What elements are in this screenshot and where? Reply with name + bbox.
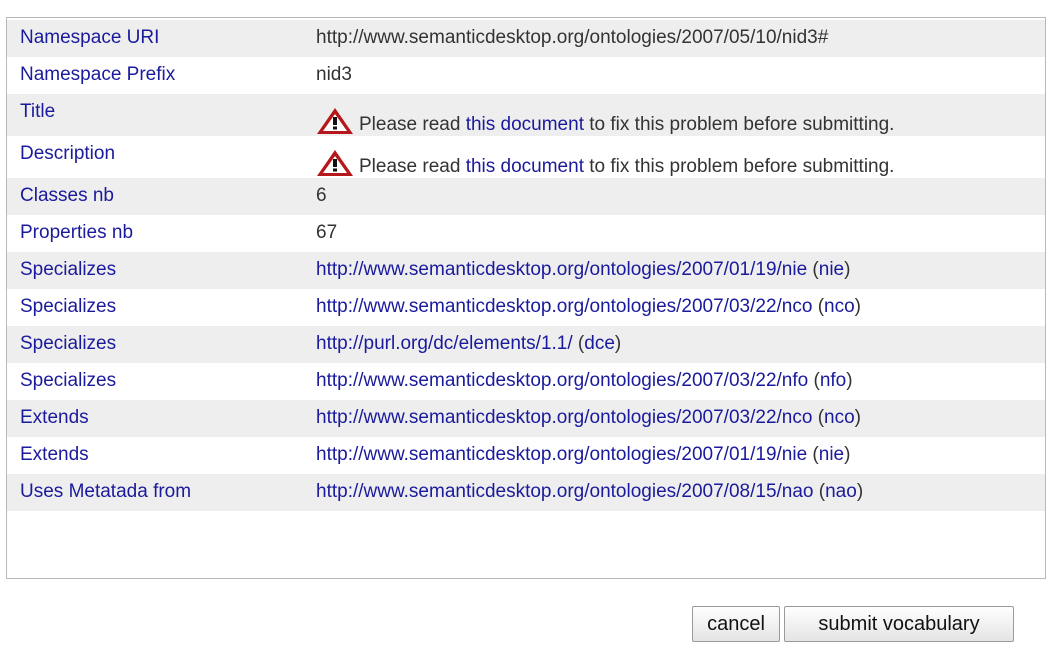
vocab-ref: http://www.semanticdesktop.org/ontologie… — [316, 370, 853, 391]
warning-triangle-icon — [316, 107, 354, 135]
row-specializes: Specializes http://www.semanticdesktop.o… — [7, 363, 1045, 400]
namespace-uri-value: http://www.semanticdesktop.org/ontologie… — [316, 27, 829, 48]
row-classes-nb: Classes nb 6 — [7, 178, 1045, 215]
vocab-ref: http://www.semanticdesktop.org/ontologie… — [316, 407, 861, 428]
row-specializes: Specializes http://www.semanticdesktop.o… — [7, 252, 1045, 289]
vocabulary-uri-link[interactable]: http://www.semanticdesktop.org/ontologie… — [316, 370, 808, 391]
description-warning: Please read this document to fix this pr… — [316, 149, 894, 178]
vocabulary-prefix-link[interactable]: nco — [824, 407, 855, 428]
row-extends: Extends http://www.semanticdesktop.org/o… — [7, 437, 1045, 474]
this-document-link[interactable]: this document — [466, 114, 584, 135]
warning-text-before: Please read — [359, 156, 466, 177]
vocab-ref: http://purl.org/dc/elements/1.1/ (dce) — [316, 333, 622, 354]
vocabulary-uri-link[interactable]: http://www.semanticdesktop.org/ontologie… — [316, 444, 807, 465]
row-label: Uses Metatada from — [20, 481, 192, 502]
vocabulary-prefix-link[interactable]: nie — [819, 259, 844, 280]
this-document-link[interactable]: this document — [466, 156, 584, 177]
row-label: Extends — [20, 407, 89, 428]
vocabulary-uri-link[interactable]: http://www.semanticdesktop.org/ontologie… — [316, 407, 812, 428]
vocabulary-uri-link[interactable]: http://purl.org/dc/elements/1.1/ — [316, 333, 573, 354]
vocab-ref: http://www.semanticdesktop.org/ontologie… — [316, 259, 851, 280]
row-label: Specializes — [20, 370, 117, 391]
row-specializes: Specializes http://www.semanticdesktop.o… — [7, 289, 1045, 326]
row-label: Description — [20, 143, 116, 164]
submit-vocabulary-button[interactable]: submit vocabulary — [784, 606, 1014, 642]
vocabulary-prefix-link[interactable]: nie — [819, 444, 844, 465]
row-extends: Extends http://www.semanticdesktop.org/o… — [7, 400, 1045, 437]
warning-triangle-icon — [316, 149, 354, 177]
row-properties-nb: Properties nb 67 — [7, 215, 1045, 252]
row-description: Description Please read this document to… — [7, 136, 1045, 178]
title-warning: Please read this document to fix this pr… — [316, 107, 894, 136]
row-label: Specializes — [20, 296, 117, 317]
row-namespace-uri: Namespace URI http://www.semanticdesktop… — [7, 20, 1045, 57]
warning-text-after: to fix this problem before submitting. — [583, 114, 895, 135]
row-label: Namespace URI — [20, 27, 160, 48]
namespace-prefix-value: nid3 — [316, 64, 352, 85]
row-label: Title — [20, 101, 56, 122]
vocab-ref: http://www.semanticdesktop.org/ontologie… — [316, 296, 861, 317]
cancel-button[interactable]: cancel — [692, 606, 780, 642]
row-label: Specializes — [20, 333, 117, 354]
properties-count-value: 67 — [316, 222, 338, 243]
classes-count-value: 6 — [316, 185, 327, 206]
row-label: Properties nb — [20, 222, 134, 243]
warning-text-before: Please read — [359, 114, 466, 135]
vocabulary-prefix-link[interactable]: nfo — [820, 370, 846, 391]
warning-text-after: to fix this problem before submitting. — [583, 156, 895, 177]
vocab-ref: http://www.semanticdesktop.org/ontologie… — [316, 481, 864, 502]
vocab-ref: http://www.semanticdesktop.org/ontologie… — [316, 444, 851, 465]
row-label: Extends — [20, 444, 89, 465]
vocabulary-prefix-link[interactable]: nco — [824, 296, 855, 317]
vocabulary-uri-link[interactable]: http://www.semanticdesktop.org/ontologie… — [316, 481, 814, 502]
vocabulary-details-panel: Namespace URI http://www.semanticdesktop… — [6, 17, 1046, 579]
row-label: Classes nb — [20, 185, 114, 206]
row-namespace-prefix: Namespace Prefix nid3 — [7, 57, 1045, 94]
row-label: Namespace Prefix — [20, 64, 176, 85]
vocabulary-uri-link[interactable]: http://www.semanticdesktop.org/ontologie… — [316, 259, 807, 280]
form-buttons: cancel submit vocabulary — [692, 606, 1014, 642]
row-label: Specializes — [20, 259, 117, 280]
row-specializes: Specializes http://purl.org/dc/elements/… — [7, 326, 1045, 363]
row-title: Title Please read this document to fix t… — [7, 94, 1045, 136]
vocabulary-prefix-link[interactable]: nao — [825, 481, 857, 502]
row-uses-metadata-from: Uses Metatada from http://www.semanticde… — [7, 474, 1045, 511]
vocabulary-uri-link[interactable]: http://www.semanticdesktop.org/ontologie… — [316, 296, 812, 317]
vocabulary-prefix-link[interactable]: dce — [584, 333, 615, 354]
